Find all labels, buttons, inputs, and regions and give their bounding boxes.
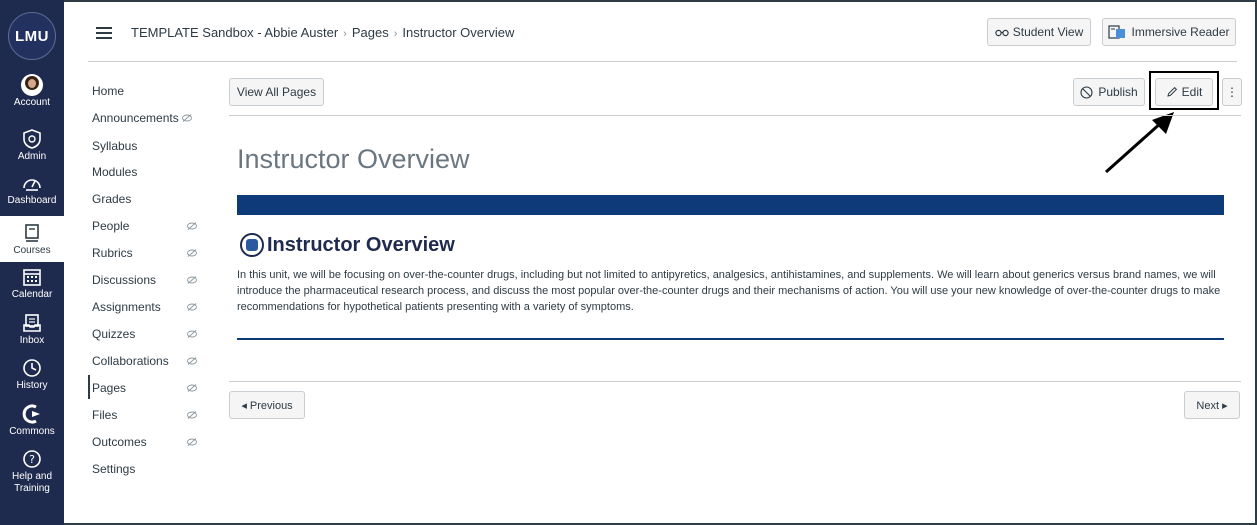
global-nav-history[interactable]: History [0,357,64,397]
global-nav-commons[interactable]: Commons [0,403,64,443]
toolbar-divider [229,115,1241,116]
global-nav-help[interactable]: ? Help and Training [0,448,64,502]
global-nav-admin[interactable]: Admin [0,128,64,168]
publish-label: Publish [1098,85,1138,99]
window-frame [0,0,1257,525]
chevron-right-icon: › [393,28,398,40]
breadcrumb-pages[interactable]: Pages [352,25,389,40]
commons-icon [22,404,40,424]
breadcrumb-course[interactable]: TEMPLATE Sandbox - Abbie Auster [131,25,338,40]
breadcrumb-current: Instructor Overview [402,25,515,40]
publish-button[interactable]: Publish [1073,78,1145,106]
more-options-button[interactable]: ⋮ [1222,78,1242,106]
breadcrumb: TEMPLATE Sandbox - Abbie Auster › Pages › In… [131,25,514,40]
global-nav-label: Commons [9,426,55,437]
global-nav-label: Admin [17,151,47,162]
kebab-icon: ⋮ [1226,85,1238,99]
course-nav-rubrics[interactable]: Rubrics [92,246,133,260]
course-nav-modules[interactable]: Modules [92,165,137,179]
chevron-right-icon: › [343,28,347,40]
shield-icon [23,129,41,149]
eye-hidden-icon [187,357,197,365]
global-nav-account[interactable]: Account [0,74,64,120]
previous-button[interactable]: ◂ Previous [229,391,305,419]
svg-text:?: ? [29,453,35,466]
course-nav-pages[interactable]: Pages [92,381,126,395]
hamburger-menu-icon[interactable] [96,27,112,39]
immersive-reader-label: Immersive Reader [1131,25,1230,39]
immersive-reader-button[interactable]: Immersive Reader [1102,18,1236,46]
next-button[interactable]: Next ▸ [1184,391,1240,419]
content-divider [237,338,1224,340]
edit-highlight-box [1149,71,1219,110]
course-nav-people[interactable]: People [92,219,129,233]
book-icon [25,224,39,242]
eye-hidden-icon [187,411,197,419]
body-paragraph: In this unit, we will be focusing on ove… [237,269,1221,313]
header-divider [88,61,1237,62]
course-nav-assignments[interactable]: Assignments [92,300,161,314]
eye-hidden-icon [187,276,197,284]
course-nav-settings[interactable]: Settings [92,462,135,476]
course-nav-quizzes[interactable]: Quizzes [92,327,135,341]
course-nav-files[interactable]: Files [92,408,117,422]
global-nav-label: Calendar [11,289,53,300]
eye-hidden-icon [187,438,197,446]
calendar-icon [23,269,41,286]
header-banner [237,195,1224,215]
global-nav-label: Inbox [19,335,45,346]
eye-hidden-icon [187,222,197,230]
glasses-icon [995,29,1009,37]
overview-icon [240,233,264,257]
global-nav-label: Help and Training [11,471,53,494]
global-nav-courses[interactable]: Courses [0,216,64,262]
clock-icon [23,359,41,377]
annotation-arrow-icon [1105,112,1174,174]
global-nav-label: Dashboard [7,195,57,206]
global-nav-inbox[interactable]: Inbox [0,312,64,352]
eye-hidden-icon [187,249,197,257]
eye-hidden-icon [182,114,192,122]
global-nav-label: Account [13,97,51,108]
global-nav-label: History [16,380,48,391]
course-nav-syllabus[interactable]: Syllabus [92,139,137,153]
course-nav-grades[interactable]: Grades [92,192,131,206]
inbox-icon [23,314,41,332]
next-label: Next ▸ [1196,399,1228,412]
course-nav-outcomes[interactable]: Outcomes [92,435,147,449]
eye-hidden-icon [187,303,197,311]
global-nav-dashboard[interactable]: Dashboard [0,172,64,212]
footer-divider [229,381,1241,382]
active-indicator [88,375,90,399]
course-nav-announcements[interactable]: Announcements [92,111,179,125]
help-icon: ? [23,450,41,468]
lmu-logo[interactable]: LMU [8,12,56,60]
view-all-pages-label: View All Pages [236,85,317,99]
eye-hidden-icon [187,330,197,338]
global-nav-label: Courses [13,245,51,256]
global-nav: LMU Account Admin Dashboard Courses Cale… [0,0,64,525]
course-nav-collaborations[interactable]: Collaborations [92,354,169,368]
unpublished-icon [1080,85,1093,99]
course-nav-discussions[interactable]: Discussions [92,273,156,287]
avatar [21,74,43,96]
section-heading-text: Instructor Overview [267,233,455,256]
section-heading: Instructor Overview [240,233,455,257]
logo-text: LMU [15,27,49,45]
course-nav-home[interactable]: Home [92,84,124,98]
view-all-pages-button[interactable]: View All Pages [229,78,324,106]
eye-hidden-icon [187,384,197,392]
student-view-button[interactable]: Student View [987,18,1091,46]
page-title: Instructor Overview [237,144,470,174]
previous-label: ◂ Previous [241,399,293,412]
dashboard-icon [23,179,41,191]
student-view-label: Student View [1012,25,1084,39]
immersive-reader-icon [1108,25,1126,39]
global-nav-calendar[interactable]: Calendar [0,266,64,306]
